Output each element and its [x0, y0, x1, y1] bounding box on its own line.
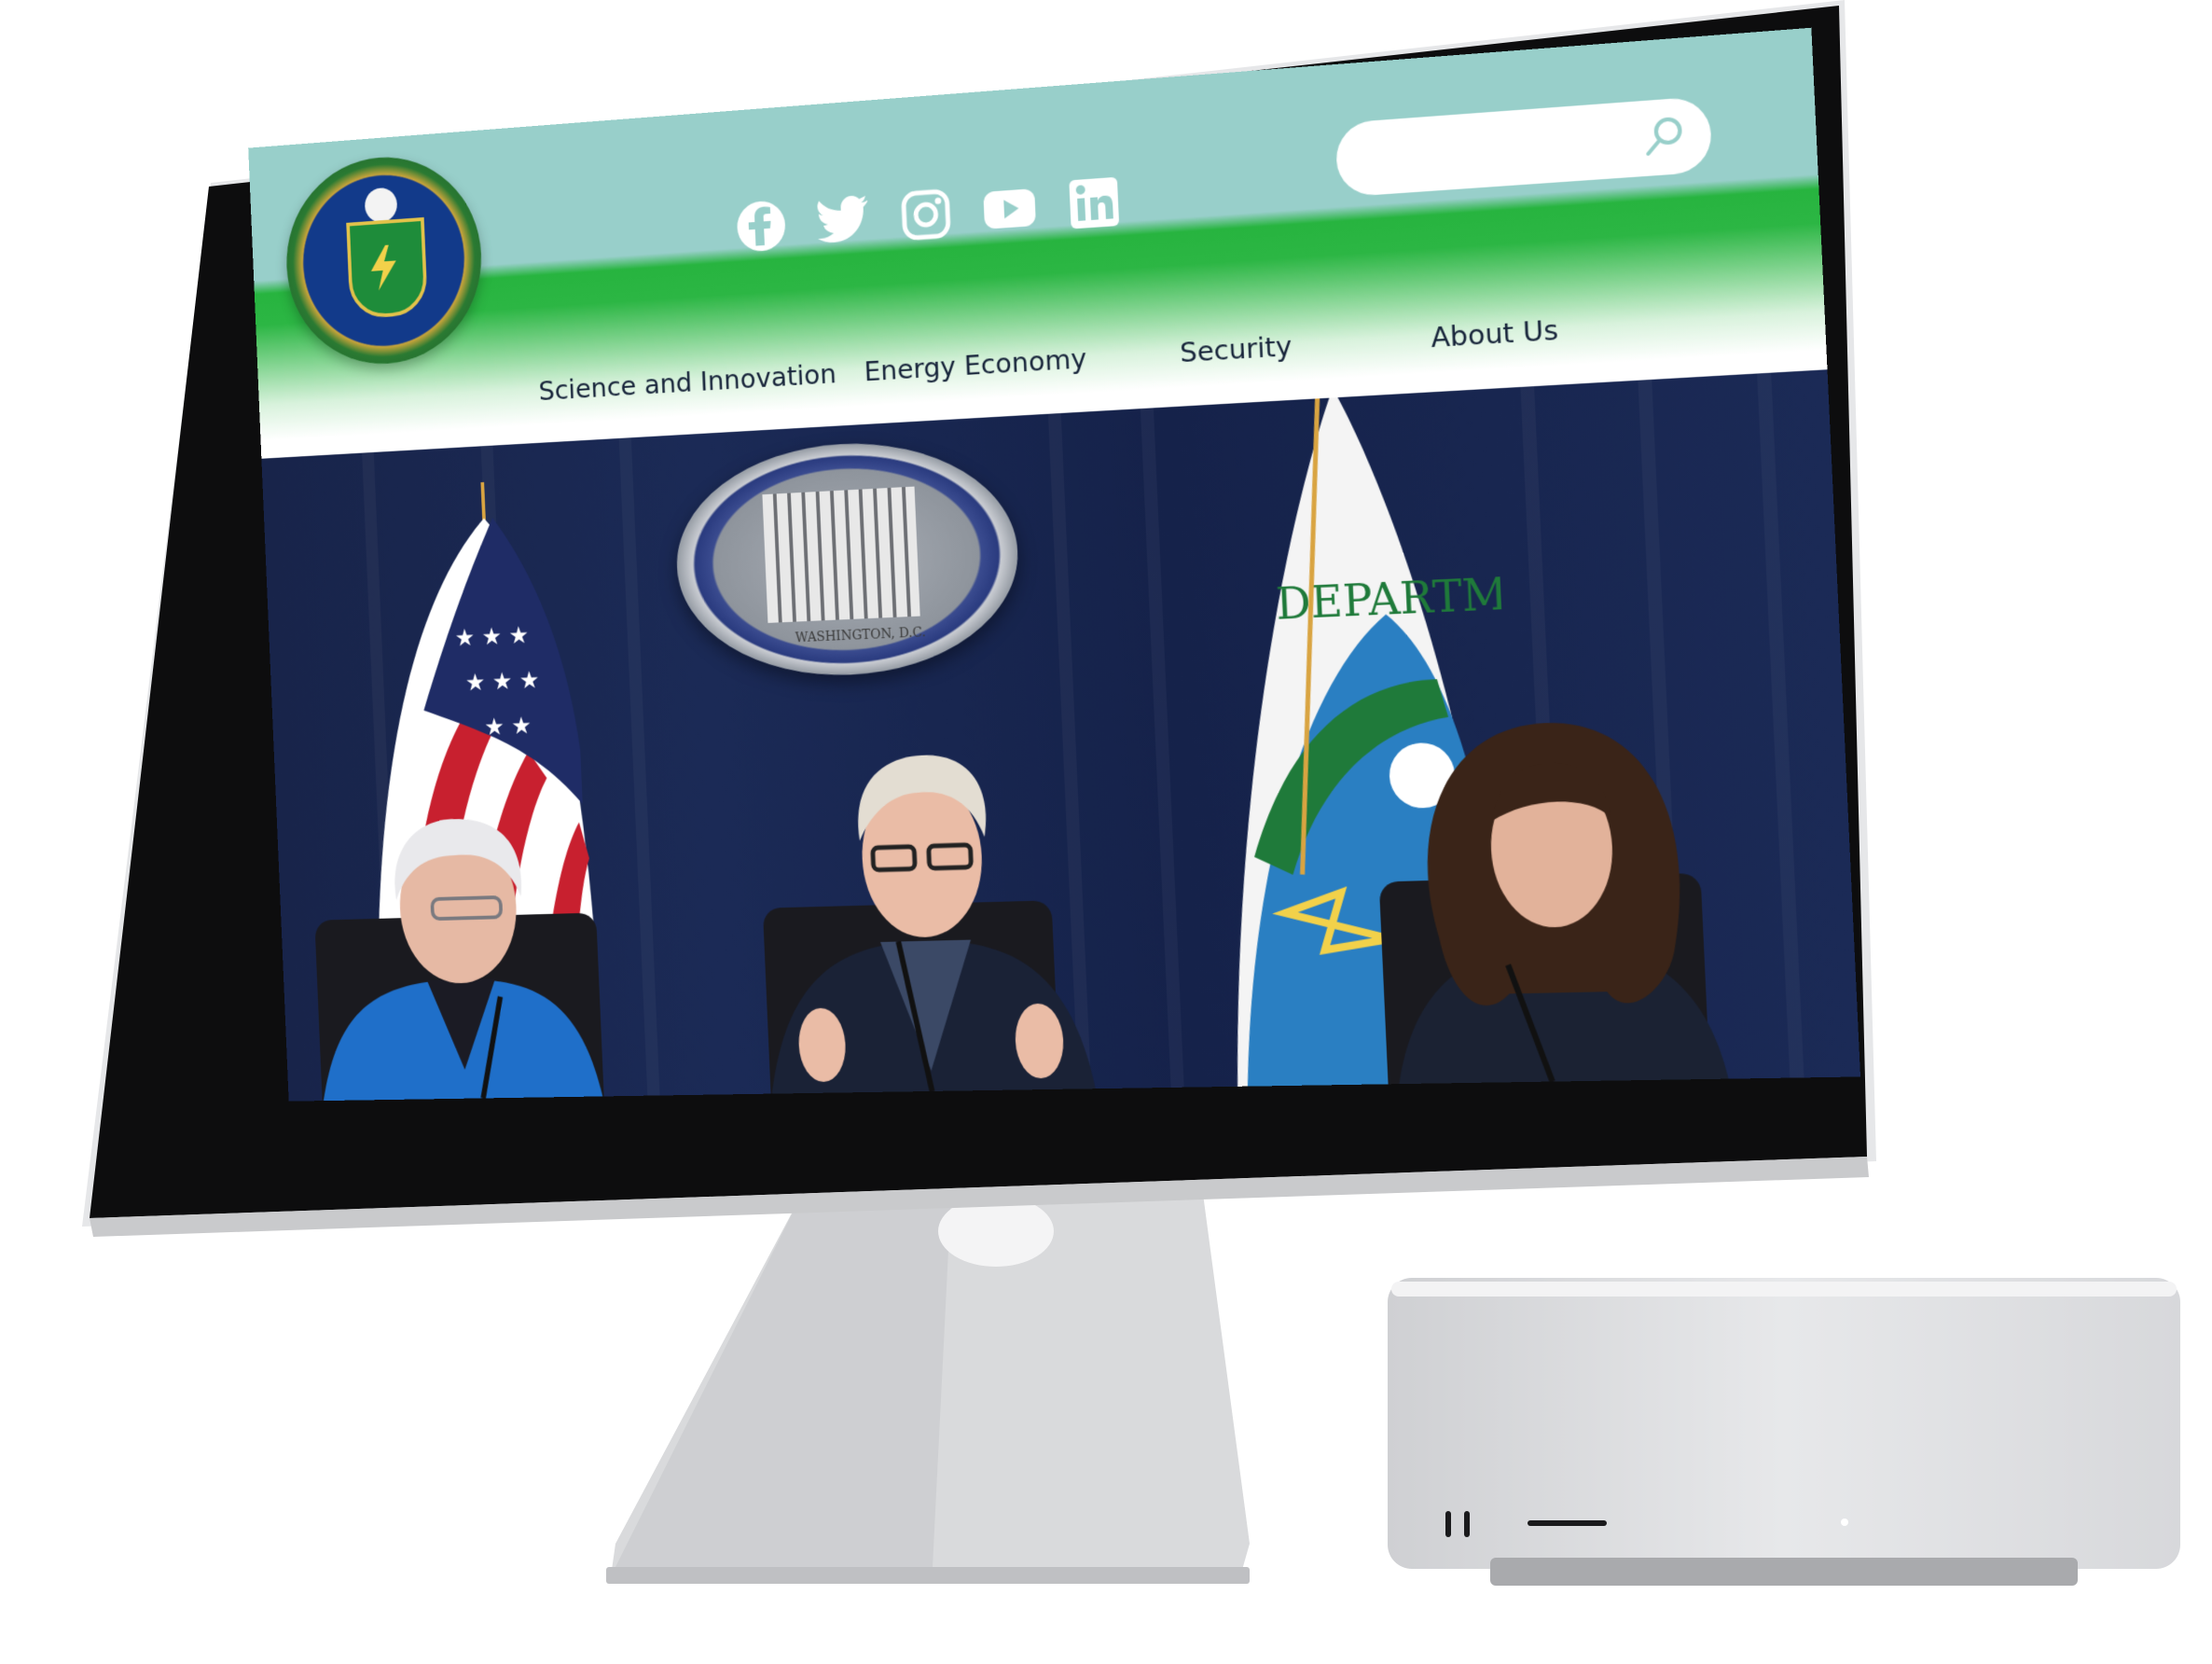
studio-display-mockup: Science and Innovation Energy Economy Se…: [0, 0, 2212, 1664]
twitter-icon[interactable]: [813, 189, 873, 252]
nav-security[interactable]: Security: [1180, 330, 1293, 369]
linkedin-icon[interactable]: [1063, 171, 1125, 235]
eagle-icon: [364, 187, 398, 224]
youtube-icon[interactable]: [979, 177, 1041, 241]
facebook-icon[interactable]: [731, 195, 791, 257]
website: Science and Innovation Energy Economy Se…: [248, 27, 1861, 1102]
sd-card-slot: [1528, 1520, 1607, 1526]
lightning-icon: [369, 244, 398, 291]
mac-studio: [1388, 1278, 2180, 1586]
search-icon[interactable]: [1638, 111, 1690, 163]
hero-photo: WASHINGTON, D.C. ★ ★ ★ ★ ★ ★ ★ ★ DEPARTM…: [261, 369, 1861, 1102]
usb-c-port: [1464, 1511, 1470, 1537]
instagram-icon[interactable]: [895, 183, 956, 246]
usb-c-port: [1445, 1511, 1451, 1537]
monitor-screen: Science and Innovation Energy Economy Se…: [248, 27, 1861, 1102]
power-led: [1841, 1518, 1848, 1526]
search-input[interactable]: [1358, 118, 1636, 179]
microphones: [261, 369, 1860, 1101]
